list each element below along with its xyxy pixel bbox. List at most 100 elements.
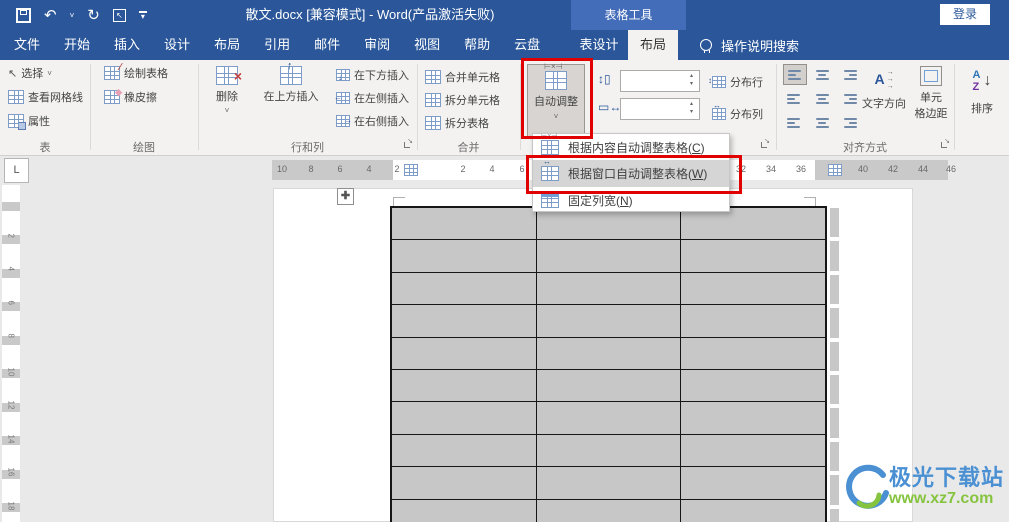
distribute-rows-button[interactable]: ↕ 分布行 — [708, 74, 763, 90]
tab-view[interactable]: 视图 — [402, 30, 452, 60]
menu-item-autofit-window[interactable]: ↔ 根据窗口自动调整表格(W) — [533, 158, 729, 187]
autofit-button[interactable]: ⊢×⊣ 自动调整 ˅ — [527, 63, 585, 138]
text-direction-button[interactable]: A → → → 文字方向 — [860, 66, 908, 111]
search-label[interactable]: 操作说明搜索 — [721, 36, 799, 55]
tab-home[interactable]: 开始 — [52, 30, 102, 60]
row-height-input[interactable] — [623, 72, 687, 90]
properties-button[interactable]: 属性 — [8, 113, 50, 130]
table-cell[interactable] — [392, 208, 537, 240]
table-cell[interactable] — [681, 434, 826, 467]
table-row[interactable] — [392, 499, 826, 522]
table-cell[interactable] — [536, 369, 682, 402]
table-row[interactable] — [392, 369, 826, 403]
menu-item-autofit-contents[interactable]: ⊢×⊣ 根据内容自动调整表格(C) — [533, 133, 729, 160]
ruler-table-marker-icon[interactable] — [828, 164, 842, 176]
table-cell[interactable] — [392, 337, 537, 369]
tab-references[interactable]: 引用 — [252, 30, 302, 60]
tab-file[interactable]: 文件 — [2, 30, 52, 60]
sort-button[interactable]: A Z ↓ 排序 — [960, 65, 1004, 116]
table-cell[interactable] — [536, 499, 682, 522]
table-cell[interactable] — [392, 467, 537, 499]
insert-right-button[interactable]: → 在右侧插入 — [336, 113, 409, 129]
table-row[interactable] — [392, 467, 826, 500]
touch-mode-icon[interactable]: ↖ — [112, 8, 126, 22]
insert-left-button[interactable]: ← 在左侧插入 — [334, 90, 409, 106]
save-icon[interactable] — [16, 7, 31, 23]
table-cell[interactable] — [536, 305, 682, 337]
align-top-left-button[interactable] — [783, 64, 807, 85]
vertical-ruler[interactable]: 2 4 6 8 10 12 14 16 18 — [2, 185, 20, 522]
undo-icon[interactable]: ↶ — [44, 8, 57, 23]
tab-insert[interactable]: 插入 — [102, 30, 152, 60]
table-cell[interactable] — [536, 272, 682, 305]
sign-in-button[interactable]: 登录 — [940, 4, 990, 25]
split-table-button[interactable]: 拆分表格 — [425, 115, 489, 131]
align-bottom-right-button[interactable] — [837, 112, 861, 133]
table-cell[interactable] — [681, 305, 826, 337]
table-cell[interactable] — [536, 467, 682, 499]
horizontal-ruler[interactable]: 10 8 6 4 2 2 4 6 32 34 36 40 42 44 46 — [0, 160, 1009, 180]
align-center-left-button[interactable] — [783, 88, 807, 109]
align-center-button[interactable] — [810, 88, 834, 109]
tab-mailings[interactable]: 邮件 — [302, 30, 352, 60]
table-row[interactable] — [392, 402, 826, 435]
table-row[interactable] — [392, 240, 826, 273]
table-cell[interactable] — [681, 369, 826, 402]
table-cell[interactable] — [392, 402, 537, 434]
select-button[interactable]: ↖ 选择 ˅ — [8, 65, 52, 81]
table-cell[interactable] — [392, 369, 537, 402]
tab-table-layout-active[interactable]: 布局 — [628, 30, 678, 60]
draw-table-button[interactable]: ∕ 绘制表格 — [104, 63, 168, 81]
table-cell[interactable] — [681, 402, 826, 434]
table-cell[interactable] — [536, 337, 682, 369]
insert-below-button[interactable]: ↓ 在下方插入 — [336, 67, 409, 83]
row-height-spinner[interactable]: ▴ ▾ — [620, 70, 700, 92]
tab-clouddrive[interactable]: 云盘 — [502, 30, 552, 60]
table-cell[interactable] — [536, 240, 682, 272]
delete-button[interactable]: × 删除 ˅ — [205, 66, 249, 115]
table-row[interactable] — [392, 305, 826, 338]
redo-icon[interactable]: ↻ — [87, 8, 100, 23]
tab-table-design[interactable]: 表设计 — [570, 30, 628, 60]
tell-me-search[interactable]: 操作说明搜索 — [700, 30, 799, 60]
tab-layout[interactable]: 布局 — [202, 30, 252, 60]
customize-qat-icon[interactable]: ▾ — [138, 11, 147, 21]
table-cell[interactable] — [681, 467, 826, 499]
align-top-center-button[interactable] — [810, 64, 834, 85]
view-gridlines-button[interactable]: 查看网格线 — [8, 89, 83, 105]
merge-cells-button[interactable]: 合并单元格 — [425, 69, 500, 85]
table-cell[interactable] — [681, 240, 826, 272]
spinner-arrows-icon[interactable]: ▴ ▾ — [685, 71, 698, 89]
column-width-spinner[interactable]: ▴ ▾ — [620, 98, 700, 120]
undo-chevron-icon[interactable]: ˅ — [70, 11, 75, 20]
tab-review[interactable]: 审阅 — [352, 30, 402, 60]
distribute-columns-button[interactable]: ↔ 分布列 — [712, 102, 763, 122]
align-top-right-button[interactable] — [837, 64, 861, 85]
document-table[interactable] — [390, 206, 827, 522]
column-width-input[interactable] — [623, 100, 687, 118]
table-cell[interactable] — [681, 499, 826, 522]
tab-help[interactable]: 帮助 — [452, 30, 502, 60]
table-cell[interactable] — [392, 499, 537, 522]
insert-above-button[interactable]: ↑ 在上方插入 — [252, 61, 330, 104]
tab-design[interactable]: 设计 — [152, 30, 202, 60]
cell-margins-button[interactable]: 单元 格边距 — [910, 66, 952, 121]
eraser-button[interactable]: ◆ 橡皮擦 — [104, 88, 157, 105]
table-cell[interactable] — [681, 337, 826, 369]
align-bottom-left-button[interactable] — [783, 112, 807, 133]
table-cell[interactable] — [536, 402, 682, 434]
alignment-dialog-launcher-icon[interactable] — [940, 137, 950, 149]
table-cell[interactable] — [392, 305, 537, 337]
rows-columns-dialog-launcher-icon[interactable] — [403, 137, 413, 149]
cell-size-dialog-launcher-icon[interactable] — [760, 137, 770, 149]
align-bottom-center-button[interactable] — [810, 112, 834, 133]
spinner-arrows-icon[interactable]: ▴ ▾ — [685, 99, 698, 117]
menu-item-fixed-column-width[interactable]: 固定列宽(N) — [533, 187, 729, 213]
align-center-right-button[interactable] — [837, 88, 861, 109]
table-cell[interactable] — [392, 434, 537, 467]
table-cell[interactable] — [392, 272, 537, 305]
table-row[interactable] — [392, 337, 826, 370]
table-row[interactable] — [392, 434, 826, 468]
table-cell[interactable] — [681, 272, 826, 305]
split-cells-button[interactable]: 拆分单元格 — [425, 92, 500, 108]
